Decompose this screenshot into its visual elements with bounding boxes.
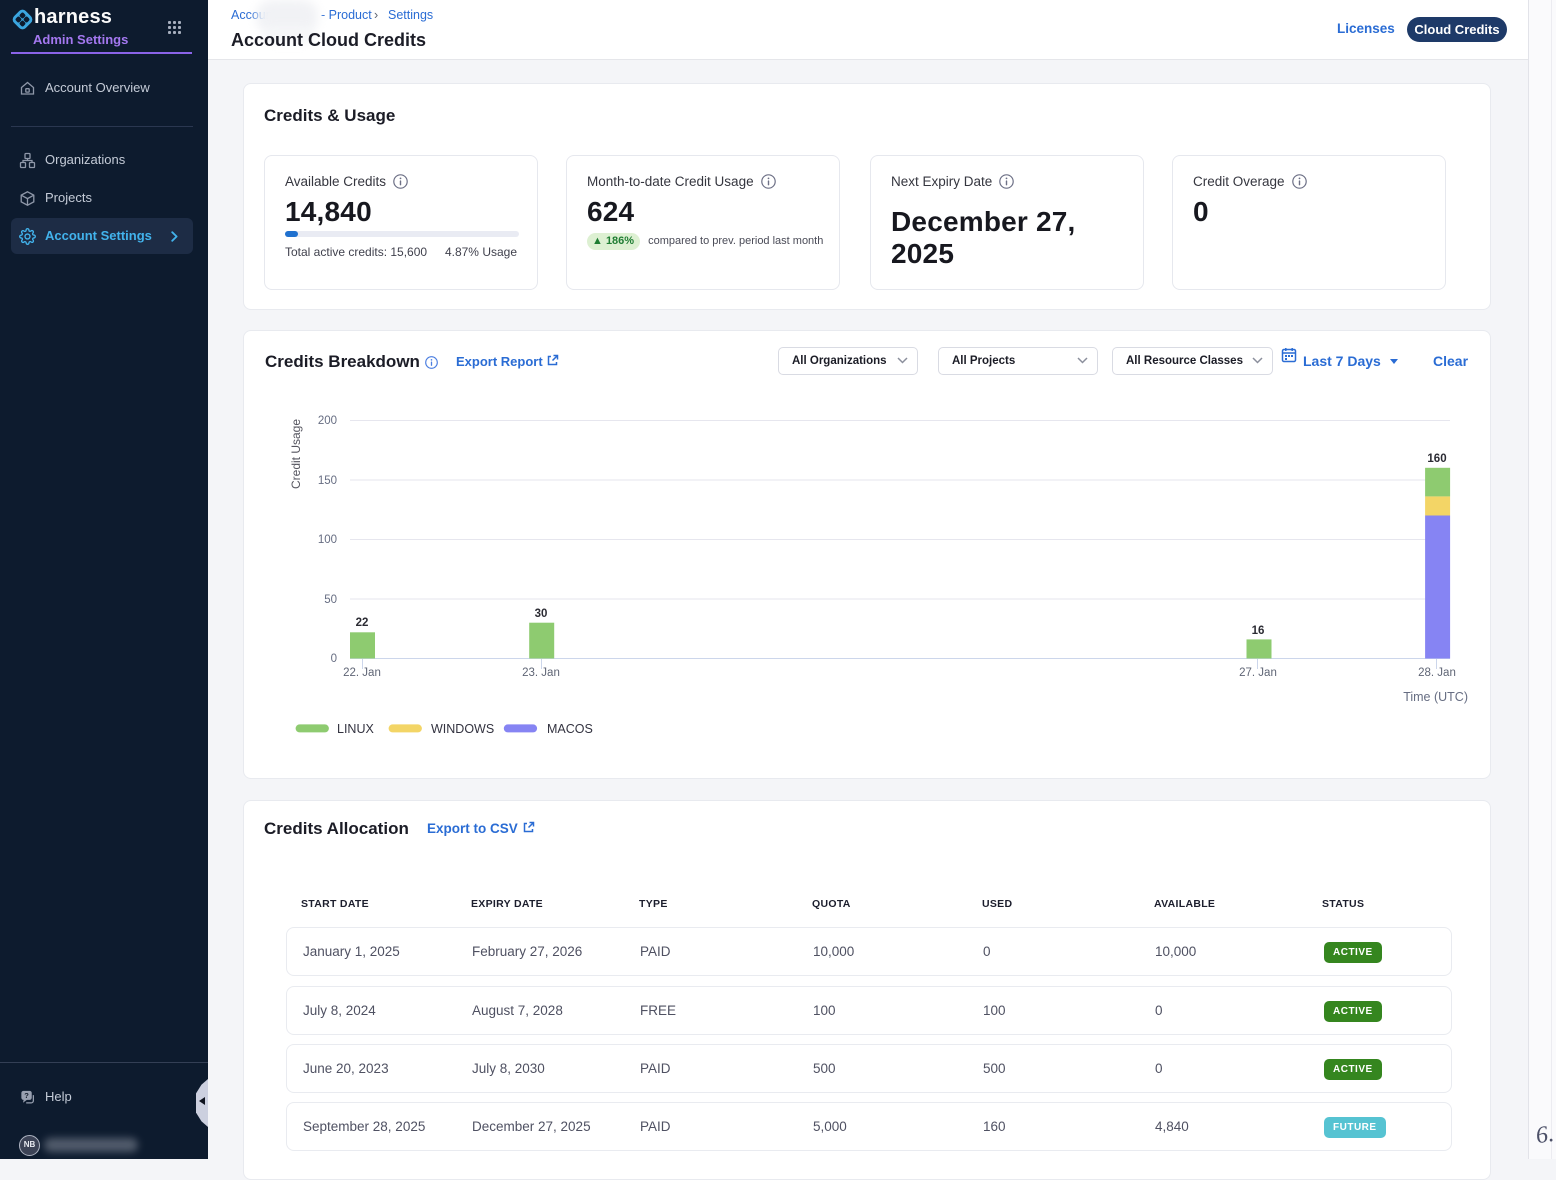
svg-text:22: 22 [356,617,369,629]
svg-text:LINUX: LINUX [337,722,374,736]
svg-text:160: 160 [1427,453,1446,465]
svg-text:WINDOWS: WINDOWS [431,722,494,736]
svg-text:16: 16 [1252,625,1265,637]
svg-text:23. Jan: 23. Jan [522,667,560,679]
svg-text:28. Jan: 28. Jan [1418,667,1456,679]
svg-text:100: 100 [318,534,337,546]
svg-text:?: ? [24,1091,29,1100]
svg-text:150: 150 [318,475,337,487]
svg-text:27. Jan: 27. Jan [1239,667,1277,679]
svg-text:Time (UTC): Time (UTC) [1403,690,1468,704]
svg-text:MACOS: MACOS [547,722,593,736]
svg-text:Credit Usage: Credit Usage [289,419,303,489]
svg-text:30: 30 [535,608,548,620]
svg-text:0: 0 [331,653,337,665]
svg-text:22. Jan: 22. Jan [343,667,381,679]
svg-text:50: 50 [324,594,337,606]
svg-text:200: 200 [318,415,337,427]
